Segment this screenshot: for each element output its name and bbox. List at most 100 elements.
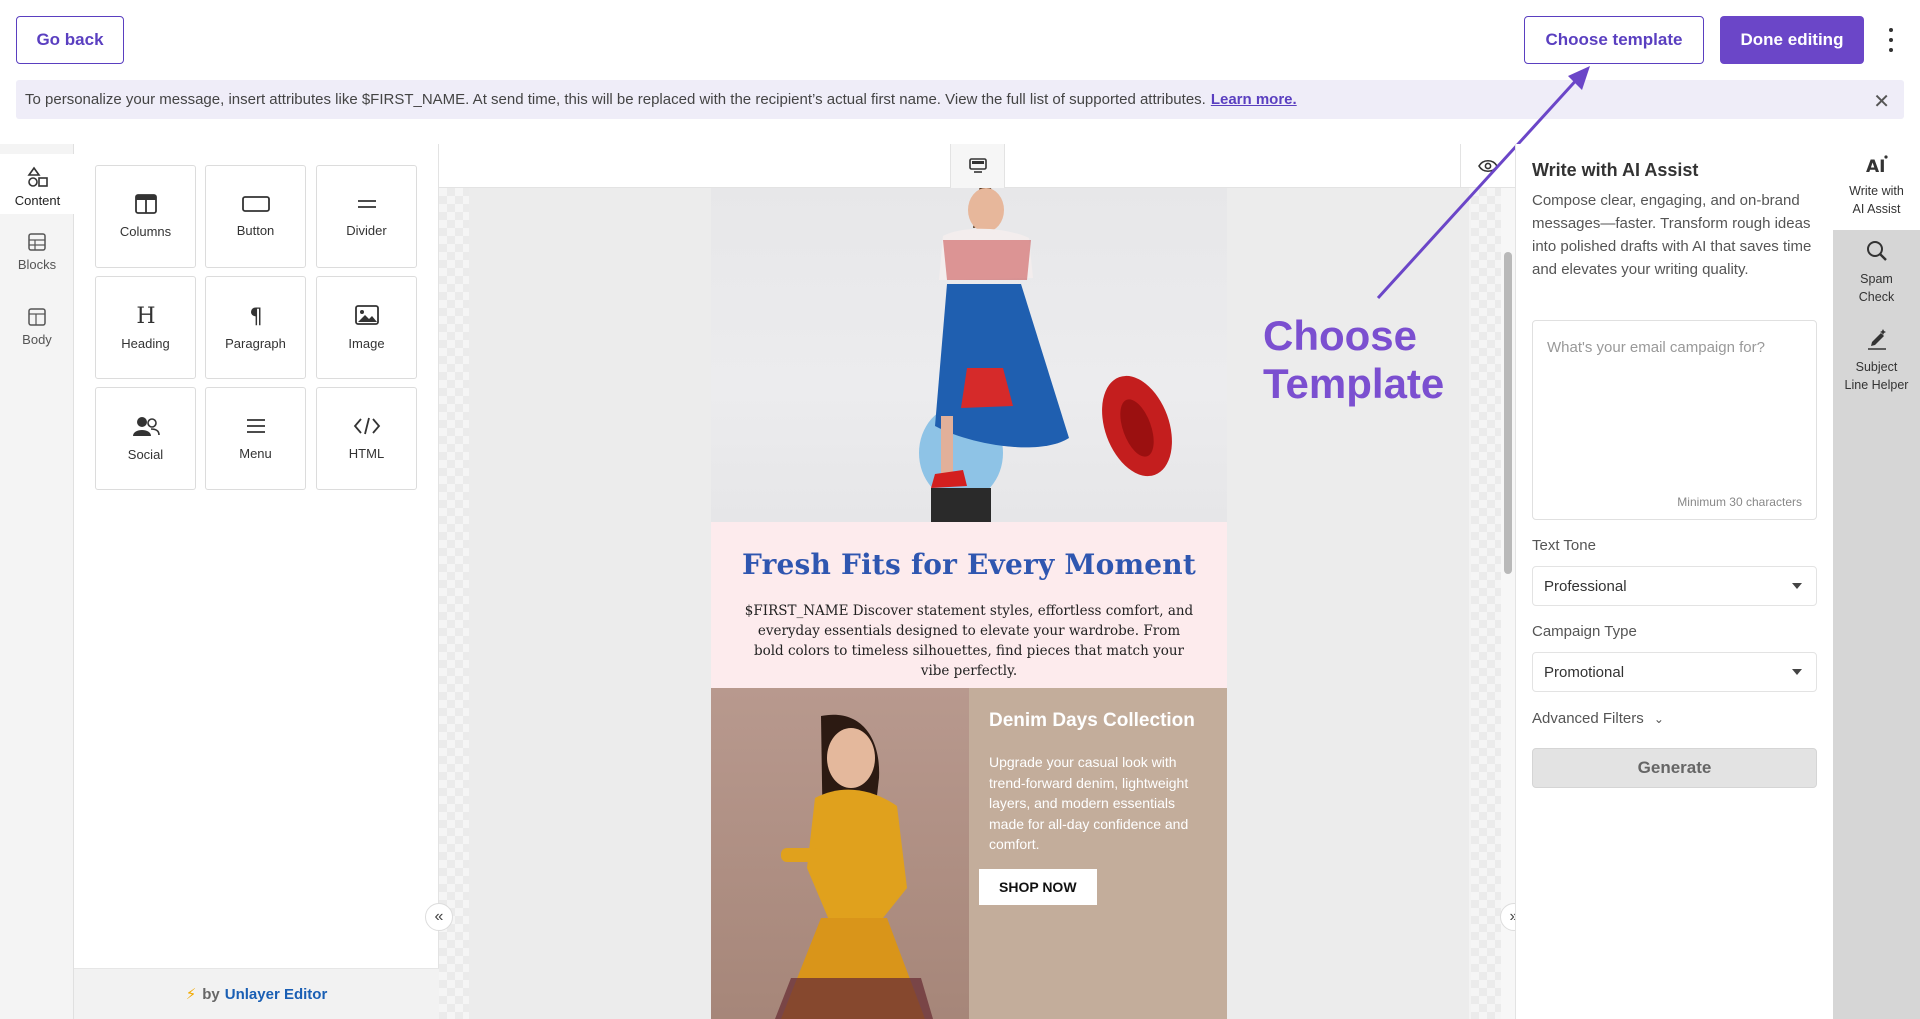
canvas-margin-left bbox=[439, 188, 469, 1019]
button-icon bbox=[241, 196, 270, 212]
paragraph-icon: ¶ bbox=[249, 304, 262, 326]
content-panel: Columns Button Divider H Heading ¶ Parag… bbox=[74, 144, 439, 1019]
powered-by-label: by bbox=[202, 985, 220, 1003]
email-headline: Fresh Fits for Every Moment bbox=[741, 548, 1196, 581]
shop-now-button[interactable]: SHOP NOW bbox=[979, 868, 1097, 905]
tool-label-line1: Subject bbox=[1855, 360, 1898, 374]
tools-rail: AI Write with AI Assist Spam Check Subje… bbox=[1833, 144, 1920, 1019]
advanced-filters-label: Advanced Filters bbox=[1532, 710, 1644, 727]
social-icon bbox=[132, 417, 160, 436]
denim-photo bbox=[775, 714, 933, 1019]
svg-text:AI: AI bbox=[1866, 157, 1885, 174]
shapes-icon bbox=[26, 166, 48, 187]
banner-text: To personalize your message, insert attr… bbox=[25, 91, 1206, 108]
tile-paragraph[interactable]: ¶ Paragraph bbox=[205, 276, 306, 379]
canvas-margin-right bbox=[1471, 188, 1501, 1019]
rail-label-body: Body bbox=[22, 332, 52, 347]
choose-template-annotation: Choose Template bbox=[1263, 312, 1444, 408]
go-back-button[interactable]: Go back bbox=[16, 16, 124, 64]
collection-description: Upgrade your casual look with trend-forw… bbox=[989, 754, 1189, 852]
heading-icon: H bbox=[136, 304, 155, 326]
tile-label: Divider bbox=[346, 223, 387, 238]
generate-button[interactable]: Generate bbox=[1532, 748, 1817, 788]
tool-write-ai[interactable]: AI Write with AI Assist bbox=[1833, 144, 1920, 230]
columns-icon bbox=[134, 194, 157, 214]
left-rail: Content Blocks Body bbox=[0, 144, 75, 1019]
chevron-down-icon: ⌄ bbox=[1653, 712, 1664, 726]
unlayer-link[interactable]: Unlayer Editor bbox=[225, 986, 328, 1003]
canvas-toolbar bbox=[439, 144, 1515, 188]
collection-title: Denim Days Collection bbox=[989, 710, 1195, 731]
bolt-icon: ⚡ bbox=[185, 986, 197, 1003]
intro-section[interactable]: Fresh Fits for Every Moment $FIRST_NAME … bbox=[711, 522, 1227, 688]
sparkle-pen-icon bbox=[1867, 329, 1886, 350]
tile-image[interactable]: Image bbox=[316, 276, 417, 379]
campaign-type-value: Promotional bbox=[1544, 663, 1625, 681]
tool-label-line2: Check bbox=[1858, 290, 1895, 304]
email-intro-text: $FIRST_NAME Discover statement styles, e… bbox=[744, 603, 1194, 679]
collapse-left-icon[interactable]: « bbox=[425, 903, 453, 931]
tile-menu[interactable]: Menu bbox=[205, 387, 306, 490]
text-tone-label: Text Tone bbox=[1532, 537, 1596, 554]
rail-label-blocks: Blocks bbox=[17, 257, 57, 272]
done-editing-label: Done editing bbox=[1740, 30, 1844, 49]
denim-collection-image[interactable] bbox=[711, 688, 969, 1019]
min-characters-hint: Minimum 30 characters bbox=[1677, 495, 1802, 509]
tile-button[interactable]: Button bbox=[205, 165, 306, 268]
campaign-type-select[interactable]: Promotional bbox=[1532, 652, 1817, 692]
info-banner: To personalize your message, insert attr… bbox=[16, 80, 1904, 119]
tile-label: Heading bbox=[121, 336, 170, 351]
tile-divider[interactable]: Divider bbox=[316, 165, 417, 268]
campaign-type-label: Campaign Type bbox=[1532, 623, 1637, 640]
go-back-label: Go back bbox=[36, 30, 104, 49]
chevron-down-icon bbox=[1792, 669, 1802, 675]
campaign-prompt-input[interactable]: What's your email campaign for? Minimum … bbox=[1532, 320, 1817, 520]
hero-photo bbox=[919, 188, 1172, 522]
more-options-icon[interactable] bbox=[1886, 28, 1896, 52]
canvas-scrollbar[interactable] bbox=[1501, 188, 1515, 1019]
tool-label-line2: AI Assist bbox=[1852, 202, 1901, 216]
tile-social[interactable]: Social bbox=[95, 387, 196, 490]
rail-item-body[interactable]: Body bbox=[0, 307, 74, 367]
tile-label: Social bbox=[127, 447, 164, 462]
learn-more-link[interactable]: Learn more. bbox=[1211, 91, 1297, 108]
tile-label: Paragraph bbox=[225, 336, 286, 351]
annotation-line-2: Template bbox=[1263, 360, 1445, 407]
done-editing-button[interactable]: Done editing bbox=[1720, 16, 1864, 64]
email-canvas: Fresh Fits for Every Moment $FIRST_NAME … bbox=[439, 144, 1515, 1019]
close-icon[interactable]: ✕ bbox=[1873, 89, 1890, 114]
tile-label: Columns bbox=[119, 224, 172, 239]
svg-text:H: H bbox=[136, 304, 155, 326]
svg-text:¶: ¶ bbox=[249, 304, 262, 326]
prompt-placeholder: What's your email campaign for? bbox=[1547, 339, 1765, 356]
desktop-icon bbox=[968, 158, 987, 173]
advanced-filters-toggle[interactable]: Advanced Filters ⌄ bbox=[1532, 710, 1664, 727]
tile-label: Image bbox=[348, 336, 385, 351]
tool-subject-helper[interactable]: Subject Line Helper bbox=[1833, 328, 1920, 398]
tile-label: HTML bbox=[348, 446, 385, 461]
powered-by: ⚡ by Unlayer Editor bbox=[74, 968, 439, 1019]
tool-spam-check[interactable]: Spam Check bbox=[1833, 240, 1920, 310]
choose-template-button[interactable]: Choose template bbox=[1524, 16, 1704, 64]
tool-label-line1: Write with bbox=[1849, 184, 1904, 198]
hero-image[interactable] bbox=[711, 188, 1227, 522]
code-icon bbox=[353, 417, 380, 435]
rail-item-content[interactable]: Content bbox=[0, 154, 75, 214]
desktop-view-button[interactable] bbox=[950, 144, 1005, 188]
tile-label: Menu bbox=[239, 446, 272, 461]
tile-html[interactable]: HTML bbox=[316, 387, 417, 490]
rail-item-blocks[interactable]: Blocks bbox=[0, 232, 74, 292]
ai-icon: AI bbox=[1866, 155, 1888, 174]
text-tone-select[interactable]: Professional bbox=[1532, 566, 1817, 606]
tool-label-line1: Spam bbox=[1860, 272, 1893, 286]
choose-template-label: Choose template bbox=[1545, 30, 1683, 49]
ai-panel-description: Compose clear, engaging, and on-brand me… bbox=[1532, 192, 1812, 278]
denim-collection-text[interactable]: Denim Days Collection Upgrade your casua… bbox=[969, 688, 1227, 1019]
rail-label-content: Content bbox=[14, 193, 61, 208]
email-preview[interactable]: Fresh Fits for Every Moment $FIRST_NAME … bbox=[711, 188, 1227, 1019]
magnify-icon bbox=[1866, 241, 1887, 261]
tile-columns[interactable]: Columns bbox=[95, 165, 196, 268]
image-icon bbox=[354, 305, 379, 325]
tile-heading[interactable]: H Heading bbox=[95, 276, 196, 379]
blocks-icon bbox=[28, 233, 46, 251]
